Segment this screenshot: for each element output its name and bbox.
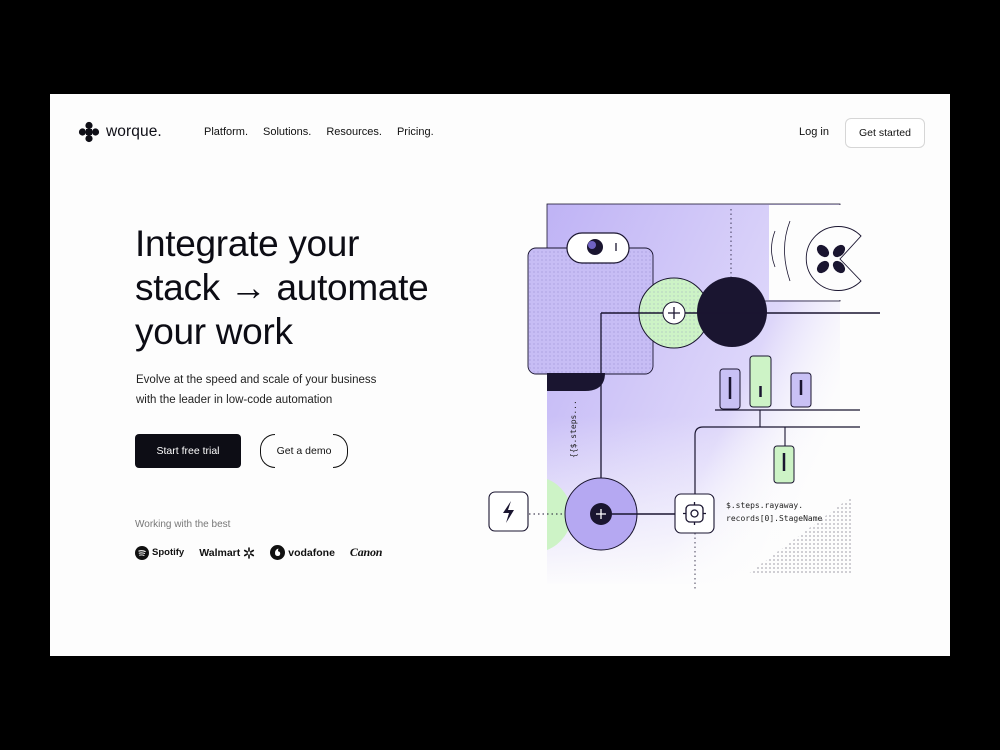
partners-label: Working with the best (135, 519, 231, 530)
walmart-label: Walmart (199, 546, 241, 559)
hero-subtitle-line: with the leader in low-code automation (136, 394, 333, 406)
vodafone-icon (270, 545, 286, 560)
bar-chip (749, 355, 772, 408)
spotify-icon (135, 545, 149, 560)
step-box (674, 493, 715, 534)
canon-label: Canon (349, 545, 383, 559)
vodafone-logo: vodafone (270, 545, 335, 560)
hero-title-line: your work (135, 311, 293, 352)
hero-title-line: stack → automate (135, 267, 429, 308)
nav-item-platform[interactable]: Platform. (204, 126, 248, 138)
main-nav: Platform. Solutions. Resources. Pricing. (204, 126, 434, 138)
dark-node (697, 277, 767, 347)
walmart-logo: Walmart (199, 547, 255, 559)
landing-page: worque. Platform. Solutions. Resources. … (50, 94, 950, 656)
partner-logos: Spotify Walmart vodafone Canon (135, 545, 382, 560)
get-started-button[interactable]: Get started (845, 118, 925, 148)
brand-logo[interactable]: worque. (78, 121, 162, 143)
automation-illustration: {{$.steps... $.steps.rayaway. records[0]… (488, 203, 880, 589)
nav-item-solutions[interactable]: Solutions. (263, 126, 311, 138)
hero-subtitle-line: Evolve at the speed and scale of your bu… (136, 374, 377, 386)
brand-name: worque. (106, 123, 162, 140)
hero-title: Integrate your stack → automate your wor… (135, 222, 429, 354)
code-line-1: $.steps.rayaway. (726, 501, 803, 510)
dotted-card-pattern (529, 249, 652, 373)
start-free-trial-button[interactable]: Start free trial (135, 434, 241, 468)
get-demo-button[interactable]: Get a demo (260, 434, 348, 468)
spotify-logo: Spotify (135, 545, 185, 560)
clover-icon (78, 121, 100, 143)
hero-subtitle: Evolve at the speed and scale of your bu… (136, 370, 376, 410)
canon-logo: Canon (349, 545, 383, 560)
code-line-2: records[0].StageName (726, 514, 823, 523)
toggle-knob-ring (588, 241, 596, 249)
vodafone-label: vodafone (288, 546, 335, 559)
spotify-label: Spotify (152, 547, 185, 558)
code-vertical: {{$.steps... (569, 400, 578, 458)
nav-item-resources[interactable]: Resources. (326, 126, 382, 138)
spark-icon (244, 546, 255, 559)
login-link[interactable]: Log in (799, 126, 829, 138)
nav-item-pricing[interactable]: Pricing. (397, 126, 434, 138)
hero-title-line: Integrate your (135, 223, 360, 264)
card-shadow (547, 373, 605, 391)
